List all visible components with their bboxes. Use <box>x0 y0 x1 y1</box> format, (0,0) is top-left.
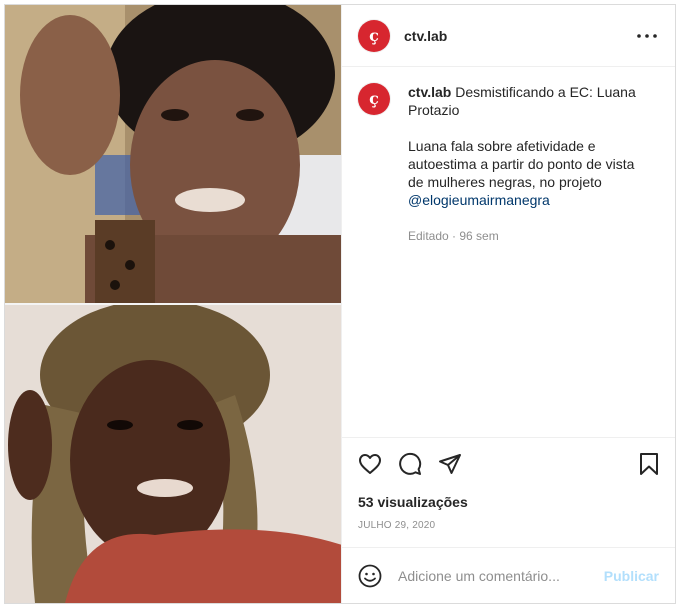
more-options-button[interactable] <box>635 24 659 48</box>
post-actions: 53 visualizações JULHO 29, 2020 <box>342 437 675 547</box>
action-icon-row <box>358 444 659 484</box>
video-frame-bottom <box>5 305 341 603</box>
caption-meta: Editado · 96 sem <box>408 229 499 243</box>
caption-text: Luana fala sobre afetividade e autoestim… <box>408 138 635 190</box>
caption-mention-link[interactable]: @elogieumairmanegra <box>408 192 550 208</box>
share-icon <box>439 454 461 474</box>
caption-body: ctv.lab Desmistificando a EC: Luana Prot… <box>408 83 648 245</box>
heart-icon <box>359 454 381 474</box>
comment-input[interactable] <box>398 567 604 584</box>
comment-button[interactable] <box>398 444 438 484</box>
video-frame-top <box>5 5 341 304</box>
person-top-illustration <box>5 5 341 304</box>
post-date: JULHO 29, 2020 <box>358 520 436 531</box>
publish-button[interactable]: Publicar <box>604 568 659 584</box>
comment-icon <box>399 452 422 475</box>
save-button[interactable] <box>619 444 659 484</box>
share-button[interactable] <box>438 444 478 484</box>
caption-row: ç ctv.lab Desmistificando a EC: Luana Pr… <box>358 83 659 245</box>
avatar-logo-glyph: ç <box>369 25 379 45</box>
bookmark-icon <box>640 453 658 475</box>
caption-username[interactable]: ctv.lab <box>408 84 451 100</box>
more-horizontal-icon <box>637 33 657 38</box>
profile-avatar[interactable]: ç <box>358 19 390 52</box>
caption-area: ç ctv.lab Desmistificando a EC: Luana Pr… <box>342 67 675 437</box>
post-media-video[interactable] <box>5 5 341 603</box>
caption-avatar[interactable]: ç <box>358 83 390 115</box>
caption-first-line: ctv.lab Desmistificando a EC: Luana Prot… <box>408 83 648 119</box>
post-header: ç ctv.lab <box>342 5 675 67</box>
emoji-button[interactable] <box>358 564 382 588</box>
avatar-logo-glyph: ç <box>369 89 379 108</box>
emoji-icon <box>358 564 382 587</box>
post-side-panel: ç ctv.lab ç ctv.lab Desmistificando a EC… <box>341 5 675 603</box>
person-bottom-illustration <box>5 305 341 603</box>
like-button[interactable] <box>358 444 398 484</box>
header-username[interactable]: ctv.lab <box>404 28 447 44</box>
comment-bar: Publicar <box>342 547 675 603</box>
instagram-post: ç ctv.lab ç ctv.lab Desmistificando a EC… <box>4 4 676 604</box>
view-count[interactable]: 53 visualizações <box>358 494 659 510</box>
caption-paragraph: Luana fala sobre afetividade e autoestim… <box>408 137 648 209</box>
